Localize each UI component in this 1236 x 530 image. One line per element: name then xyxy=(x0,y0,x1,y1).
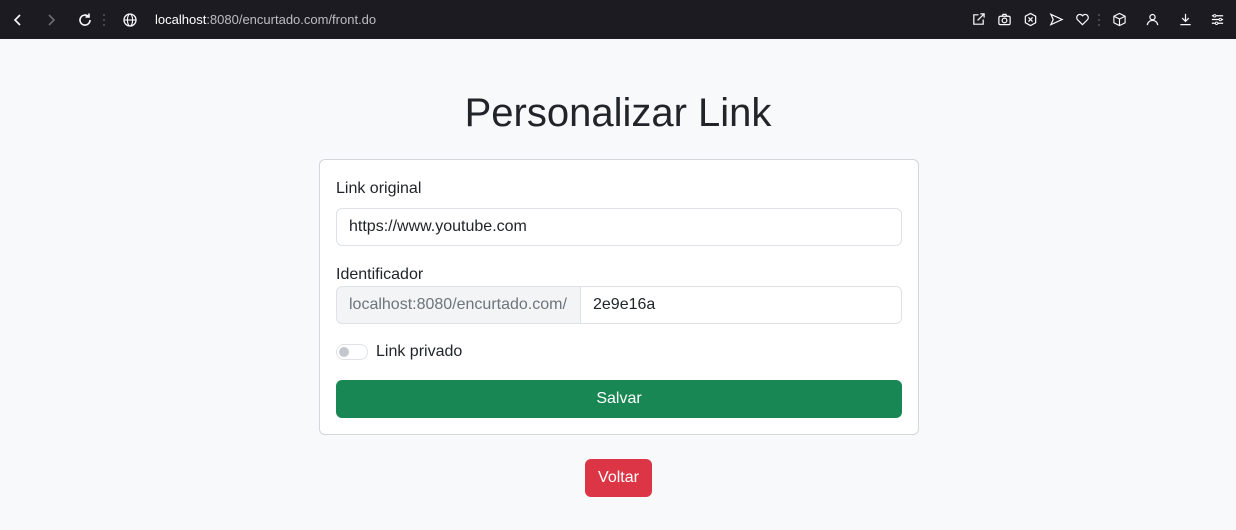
url-host: localhost xyxy=(155,12,207,27)
url-path: :8080/encurtado.com/front.do xyxy=(206,12,377,27)
browser-toolbar: localhost:8080/encurtado.com/front.do xyxy=(0,0,1236,39)
page-title: Personalizar Link xyxy=(464,91,772,135)
original-link-label: Link original xyxy=(336,180,422,197)
block-icon[interactable] xyxy=(1021,10,1039,28)
share-icon[interactable] xyxy=(969,10,987,28)
download-icon[interactable] xyxy=(1176,10,1194,28)
heart-icon[interactable] xyxy=(1073,10,1091,28)
identifier-label: Identificador xyxy=(336,266,424,283)
box-icon[interactable] xyxy=(1110,10,1128,28)
screenshot-icon[interactable] xyxy=(995,10,1013,28)
private-link-toggle[interactable] xyxy=(336,344,368,360)
globe-icon[interactable] xyxy=(115,0,145,39)
identifier-prefix: localhost:8080/encurtado.com/ xyxy=(336,286,581,324)
original-link-input[interactable]: https://www.youtube.com xyxy=(336,208,902,246)
identifier-input[interactable]: 2e9e16a xyxy=(580,286,902,324)
private-link-label[interactable]: Link privado xyxy=(376,341,462,363)
profile-icon[interactable] xyxy=(1143,10,1161,28)
address-bar[interactable]: localhost:8080/encurtado.com/front.do xyxy=(155,11,376,28)
back-button[interactable]: Voltar xyxy=(585,459,652,497)
reload-icon[interactable] xyxy=(70,0,100,39)
toolbar-separator xyxy=(1098,14,1100,26)
save-button[interactable]: Salvar xyxy=(336,380,902,418)
toggle-knob xyxy=(339,347,349,357)
customize-link-form: Link original https://www.youtube.com Id… xyxy=(319,159,919,435)
forward-icon[interactable] xyxy=(36,0,66,39)
toolbar-separator xyxy=(103,14,105,26)
send-icon[interactable] xyxy=(1047,10,1065,28)
back-icon[interactable] xyxy=(3,0,33,39)
menu-icon[interactable] xyxy=(1208,10,1226,28)
